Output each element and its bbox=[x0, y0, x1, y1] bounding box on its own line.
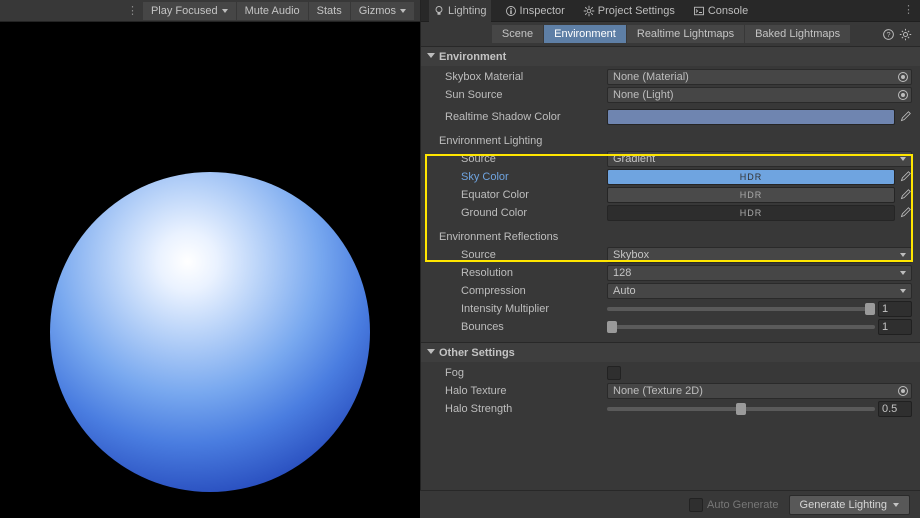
eyedropper-icon[interactable] bbox=[898, 170, 912, 184]
env-lighting-source-label: Source bbox=[427, 153, 607, 165]
fog-label: Fog bbox=[427, 367, 607, 379]
sun-source-value: None (Light) bbox=[613, 89, 674, 101]
lighting-footer: Auto Generate Generate Lighting bbox=[420, 490, 920, 518]
tab-lighting[interactable]: Lighting bbox=[429, 0, 491, 22]
halo-texture-value: None (Texture 2D) bbox=[613, 385, 703, 397]
ground-color-swatch[interactable]: HDR bbox=[607, 205, 895, 221]
help-icon[interactable]: ? bbox=[882, 28, 895, 41]
bounces-slider[interactable] bbox=[607, 325, 875, 329]
tab-inspector-label: Inspector bbox=[520, 5, 565, 17]
intensity-multiplier-slider[interactable] bbox=[607, 307, 875, 311]
refl-compression-dropdown[interactable]: Auto bbox=[607, 283, 912, 299]
sub-tab-baked-lightmaps[interactable]: Baked Lightmaps bbox=[745, 25, 850, 43]
sub-tab-realtime-lightmaps[interactable]: Realtime Lightmaps bbox=[627, 25, 744, 43]
console-icon bbox=[693, 5, 705, 17]
hdr-badge: HDR bbox=[740, 190, 763, 200]
halo-texture-label: Halo Texture bbox=[427, 385, 607, 397]
section-environment[interactable]: Environment bbox=[421, 46, 920, 66]
lightbulb-icon bbox=[433, 5, 445, 17]
fog-checkbox[interactable] bbox=[607, 366, 621, 380]
object-picker-icon[interactable] bbox=[897, 89, 909, 101]
lighting-panel: Lighting Inspector Project Settings Cons… bbox=[420, 0, 920, 518]
play-focused-dropdown[interactable]: Play Focused bbox=[143, 2, 236, 20]
bounces-value[interactable] bbox=[878, 319, 912, 335]
tab-console[interactable]: Console bbox=[689, 0, 752, 22]
equator-color-swatch[interactable]: HDR bbox=[607, 187, 895, 203]
halo-strength-value[interactable] bbox=[878, 401, 912, 417]
settings-gear-icon[interactable] bbox=[899, 28, 912, 41]
hdr-badge: HDR bbox=[740, 172, 763, 182]
game-view[interactable] bbox=[0, 22, 420, 518]
panel-tabs: Lighting Inspector Project Settings Cons… bbox=[421, 0, 920, 22]
stats-button[interactable]: Stats bbox=[309, 2, 350, 20]
section-other-settings[interactable]: Other Settings bbox=[421, 342, 920, 362]
tab-lighting-label: Lighting bbox=[448, 5, 487, 17]
tab-project-settings-label: Project Settings bbox=[598, 5, 675, 17]
intensity-multiplier-value[interactable] bbox=[878, 301, 912, 317]
mute-audio-button[interactable]: Mute Audio bbox=[237, 2, 308, 20]
halo-texture-field[interactable]: None (Texture 2D) bbox=[607, 383, 912, 399]
refl-resolution-dropdown[interactable]: 128 bbox=[607, 265, 912, 281]
lighting-sub-tabs: Scene Environment Realtime Lightmaps Bak… bbox=[421, 22, 920, 46]
refl-source-dropdown[interactable]: Skybox bbox=[607, 247, 912, 263]
equator-color-label: Equator Color bbox=[427, 189, 607, 201]
environment-reflections-group: Environment Reflections bbox=[421, 228, 920, 246]
refl-source-label: Source bbox=[427, 249, 607, 261]
generate-lighting-button[interactable]: Generate Lighting bbox=[789, 495, 910, 515]
environment-lighting-group: Environment Lighting bbox=[421, 132, 920, 150]
tab-console-label: Console bbox=[708, 5, 748, 17]
sun-source-field[interactable]: None (Light) bbox=[607, 87, 912, 103]
viewport-toolbar: ⋮ Play Focused Mute Audio Stats Gizmos bbox=[0, 0, 420, 22]
eyedropper-icon[interactable] bbox=[898, 110, 912, 124]
sub-tab-environment[interactable]: Environment bbox=[544, 25, 626, 43]
sky-color-swatch[interactable]: HDR bbox=[607, 169, 895, 185]
refl-compression-label: Compression bbox=[427, 285, 607, 297]
object-picker-icon[interactable] bbox=[897, 71, 909, 83]
sun-source-label: Sun Source bbox=[427, 89, 607, 101]
skybox-material-field[interactable]: None (Material) bbox=[607, 69, 912, 85]
auto-generate-label: Auto Generate bbox=[707, 499, 779, 511]
panel-menu-icon[interactable]: ⋮ bbox=[903, 3, 914, 16]
halo-strength-label: Halo Strength bbox=[427, 403, 607, 415]
hdr-badge: HDR bbox=[740, 208, 763, 218]
auto-generate-checkbox[interactable] bbox=[689, 498, 703, 512]
realtime-shadow-color-label: Realtime Shadow Color bbox=[427, 111, 607, 123]
realtime-shadow-color-swatch[interactable] bbox=[607, 109, 895, 125]
gizmos-dropdown[interactable]: Gizmos bbox=[351, 2, 414, 20]
sky-color-label: Sky Color bbox=[427, 171, 607, 183]
halo-strength-slider[interactable] bbox=[607, 407, 875, 411]
bounces-label: Bounces bbox=[427, 321, 607, 333]
tab-inspector[interactable]: Inspector bbox=[501, 0, 569, 22]
toolbar-menu-icon[interactable]: ⋮ bbox=[123, 4, 142, 17]
env-lighting-source-dropdown[interactable]: Gradient bbox=[607, 151, 912, 167]
skybox-material-value: None (Material) bbox=[613, 71, 689, 83]
object-picker-icon[interactable] bbox=[897, 385, 909, 397]
lighting-inspector: Environment Skybox Material None (Materi… bbox=[421, 46, 920, 518]
skybox-material-label: Skybox Material bbox=[427, 71, 607, 83]
svg-text:?: ? bbox=[886, 29, 890, 38]
game-view-panel: ⋮ Play Focused Mute Audio Stats Gizmos bbox=[0, 0, 420, 518]
info-icon bbox=[505, 5, 517, 17]
refl-resolution-label: Resolution bbox=[427, 267, 607, 279]
gear-icon bbox=[583, 5, 595, 17]
sub-tab-scene[interactable]: Scene bbox=[492, 25, 543, 43]
sphere-preview bbox=[50, 172, 370, 492]
ground-color-label: Ground Color bbox=[427, 207, 607, 219]
eyedropper-icon[interactable] bbox=[898, 188, 912, 202]
intensity-multiplier-label: Intensity Multiplier bbox=[427, 303, 607, 315]
eyedropper-icon[interactable] bbox=[898, 206, 912, 220]
tab-project-settings[interactable]: Project Settings bbox=[579, 0, 679, 22]
